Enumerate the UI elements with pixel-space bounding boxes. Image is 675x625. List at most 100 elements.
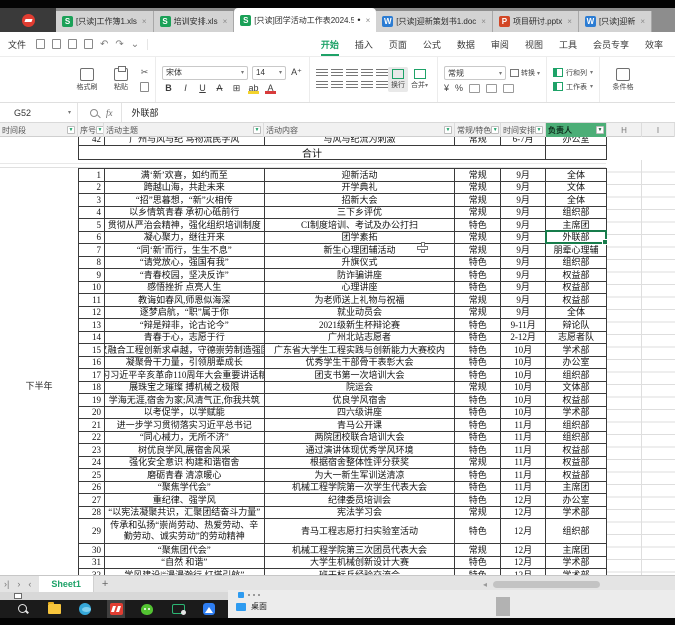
cell-activity-content[interactable]: 纪律委员培训会	[265, 494, 456, 507]
cell-time[interactable]: 9月	[501, 232, 546, 245]
cell-type[interactable]: 特色	[455, 269, 501, 282]
cell-row-number[interactable]: 6	[79, 232, 105, 245]
cell-type[interactable]: 特色	[455, 469, 501, 482]
align-bottom-icon[interactable]	[346, 69, 358, 78]
justify-icon[interactable]	[361, 81, 373, 90]
filter-dropdown-icon[interactable]: ▼	[253, 126, 261, 134]
cell-activity-content[interactable]: 大学生机械创新设计大赛	[265, 557, 456, 570]
grow-font-icon[interactable]: A⁺	[290, 67, 303, 78]
wps-home-button[interactable]	[0, 8, 56, 32]
print-icon[interactable]	[68, 39, 77, 49]
horizontal-scrollbar[interactable]	[493, 581, 600, 588]
cell-type[interactable]: 常规	[455, 169, 501, 182]
cell-activity-theme[interactable]: “自然 和谐”	[105, 557, 265, 570]
cell-activity-theme[interactable]: 重纪律、强学风	[105, 494, 265, 507]
cell-activity-theme[interactable]: 青春于心，志愿于行	[105, 332, 265, 345]
cell-time[interactable]: 11月	[501, 444, 546, 457]
cell-time[interactable]: 12月	[501, 557, 546, 570]
cell-owner[interactable]: 权益部	[546, 444, 607, 457]
cell-activity-content[interactable]: 机械工程学院第三次团员代表大会	[265, 544, 456, 557]
cell-activity-theme[interactable]: 传承和弘扬“崇尚劳动、热爱劳动、辛勤劳动、诚实劳动”的劳动精神	[105, 519, 265, 544]
worksheet-button[interactable]: 工作表▾	[553, 82, 593, 92]
cell-activity-content[interactable]: 迎新活动	[265, 169, 456, 182]
cell-type[interactable]: 常规	[455, 194, 501, 207]
column-header[interactable]: 序号 ▼	[78, 123, 104, 137]
distributed-icon[interactable]	[376, 81, 388, 90]
taskbar-explorer-button[interactable]	[45, 600, 63, 618]
cell-row-number[interactable]: 22	[79, 432, 105, 445]
file-menu-button[interactable]: 文件	[0, 38, 36, 51]
cell-type[interactable]: 特色	[455, 344, 501, 357]
cell-activity-content[interactable]: 心理讲座	[265, 282, 456, 295]
convert-button[interactable]: 转换▾	[510, 68, 540, 78]
cell-type[interactable]: 常规	[455, 232, 501, 245]
menu-tab-公式[interactable]: 公式	[415, 33, 449, 56]
cell-time[interactable]: 6-7月	[501, 137, 546, 146]
font-name-select[interactable]: 宋体▾	[162, 66, 248, 80]
comma-format-icon[interactable]	[469, 84, 480, 93]
cell-owner[interactable]: 组织部	[546, 257, 607, 270]
cell-type[interactable]: 特色	[455, 257, 501, 270]
cell-activity-content[interactable]: 两院团校联合培训大会	[265, 432, 456, 445]
cell-row-number[interactable]: 21	[79, 419, 105, 432]
taskbar-wechat-button[interactable]	[138, 600, 156, 618]
file-tab[interactable]: W [只读]迎新策划书1.doc ×	[376, 11, 493, 32]
column-header[interactable]: 负责人 ▼	[546, 123, 607, 137]
cell-row-number[interactable]: 19	[79, 394, 105, 407]
cell-row-number[interactable]: 10	[79, 282, 105, 295]
cell-activity-content[interactable]: 四六级讲座	[265, 407, 456, 420]
cell-owner[interactable]: 志愿者队	[546, 332, 607, 345]
column-header[interactable]: 活动主题 ▼	[104, 123, 264, 137]
cell-row-number[interactable]: 7	[79, 244, 105, 257]
cell-row-number[interactable]: 31	[79, 557, 105, 570]
cell-activity-theme[interactable]: 感悟挫折 点亮人生	[105, 282, 265, 295]
decrease-indent-icon[interactable]	[361, 69, 373, 78]
number-format-select[interactable]: 常规▾	[444, 66, 506, 80]
cell-activity-content[interactable]: 优秀学生干部骨干表彰大会	[265, 357, 456, 370]
column-header[interactable]: 常规/特色 ▼	[455, 123, 501, 137]
cell-owner[interactable]: 权益部	[546, 294, 607, 307]
cell-owner[interactable]: 文体	[546, 182, 607, 195]
cell-activity-theme[interactable]: 交叉融合工程创新求卓越，守德崇劳制造强国勇	[105, 344, 265, 357]
cell-row-number[interactable]: 9	[79, 269, 105, 282]
cell-row-number[interactable]: 20	[79, 407, 105, 420]
filter-dropdown-icon[interactable]: ▼	[535, 126, 543, 134]
cell-owner[interactable]: 权益部	[546, 457, 607, 470]
cell-type[interactable]: 常规	[455, 544, 501, 557]
close-icon[interactable]: ×	[567, 17, 572, 26]
column-header[interactable]: H	[607, 123, 642, 137]
cell-row-number[interactable]: 42	[79, 137, 105, 146]
cell-activity-content[interactable]: 根据宿舍整体性评分获奖	[265, 457, 456, 470]
merge-cells-button[interactable]: 合并▾	[408, 67, 431, 92]
cell-activity-theme[interactable]: 进一步学习贯彻落实习近平总书记	[105, 419, 265, 432]
cell-activity-theme[interactable]: 磨砺青春 清凉暖心	[105, 469, 265, 482]
formula-value[interactable]: 外联部	[132, 106, 159, 119]
file-tab[interactable]: S [只读]工作簿1.xls ×	[56, 11, 154, 32]
filter-dropdown-icon[interactable]: ▼	[67, 126, 75, 134]
cell-activity-content[interactable]: 为大一新生军训送清凉	[265, 469, 456, 482]
cell-row-number[interactable]: 12	[79, 307, 105, 320]
currency-format-icon[interactable]: ¥	[444, 83, 449, 93]
cell-owner[interactable]: 办公室	[546, 357, 607, 370]
cell-type[interactable]: 特色	[455, 282, 501, 295]
copy-icon[interactable]	[140, 82, 149, 92]
cell-activity-content[interactable]: 通过演讲体现优秀学风环境	[265, 444, 456, 457]
cell-owner[interactable]: 朋辈心理辅	[546, 244, 607, 257]
cell-row-number[interactable]: 2	[79, 182, 105, 195]
cell-owner[interactable]: 全体	[546, 169, 607, 182]
cell-activity-theme[interactable]: “聚焦团代会”	[105, 544, 265, 557]
cell-time[interactable]: 9月	[501, 219, 546, 232]
cell-activity-theme[interactable]: “以宪法凝聚共识，汇聚团结奋斗力量”	[105, 507, 265, 520]
cell-owner[interactable]: 全体	[546, 194, 607, 207]
format-painter-button[interactable]: 格式刷	[70, 68, 104, 92]
cell-owner[interactable]: 文体部	[546, 382, 607, 395]
cell-activity-theme[interactable]: 凝聚骨干力量，引领朋辈成长	[105, 357, 265, 370]
cell-owner[interactable]: 学术部	[546, 344, 607, 357]
menu-tab-工具[interactable]: 工具	[551, 33, 585, 56]
cell-type[interactable]: 特色	[455, 394, 501, 407]
cell-activity-theme[interactable]: 树优良学风,展宿舍风采	[105, 444, 265, 457]
flyout-scrollbar[interactable]	[496, 597, 510, 616]
cell-activity-theme[interactable]: “辩是辩非，论古论今”	[105, 319, 265, 332]
cell-owner[interactable]: 权益部	[546, 269, 607, 282]
cell-owner[interactable]: 权益部	[546, 394, 607, 407]
